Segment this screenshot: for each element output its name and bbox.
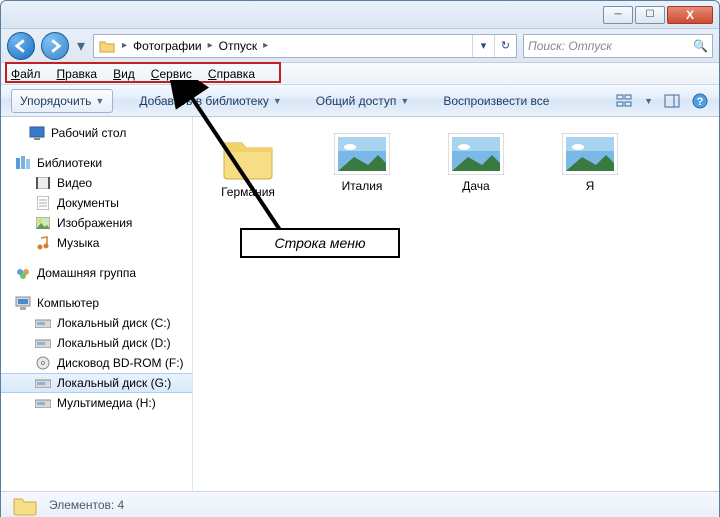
video-icon xyxy=(35,175,51,191)
file-item[interactable]: Дача xyxy=(433,133,519,193)
chevron-right-icon: ▸ xyxy=(206,40,215,51)
sidebar-item-drive-d[interactable]: Локальный диск (D:) xyxy=(1,333,192,353)
address-bar[interactable]: ▸ Фотографии ▸ Отпуск ▸ ▾ ↻ xyxy=(93,34,517,58)
sidebar-item-desktop[interactable]: Рабочий стол xyxy=(1,123,192,143)
window-frame: ─ ☐ X ▾ ▸ Фотографии ▸ Отпуск ▸ ▾ ↻ Поис… xyxy=(0,0,720,517)
statusbar-label: Элементов: 4 xyxy=(49,498,124,512)
file-item[interactable]: Германия xyxy=(205,133,291,199)
search-input[interactable]: Поиск: Отпуск 🔍 xyxy=(523,34,713,58)
menubar: Файл Правка Вид Сервис Справка xyxy=(1,63,719,85)
desktop-icon xyxy=(29,125,45,141)
music-icon xyxy=(35,235,51,251)
sidebar-item-homegroup[interactable]: Домашняя группа xyxy=(1,263,192,283)
add-to-library-button[interactable]: Добавить в библиотеку▼ xyxy=(131,89,289,113)
svg-text:?: ? xyxy=(697,96,704,108)
annotation-label: Строка меню xyxy=(240,228,400,258)
file-label: Я xyxy=(586,179,595,193)
sidebar-item-drive-g[interactable]: Локальный диск (G:) xyxy=(1,373,192,393)
file-label: Германия xyxy=(221,185,275,199)
chevron-right-icon: ▸ xyxy=(120,40,129,51)
preview-pane-icon[interactable] xyxy=(663,92,681,110)
menu-edit[interactable]: Правка xyxy=(57,67,98,81)
addlib-label: Добавить в библиотеку xyxy=(139,94,269,108)
sidebar-item-drive-bdrom[interactable]: Дисковод BD-ROM (F:) xyxy=(1,353,192,373)
play-label: Воспроизвести все xyxy=(443,94,549,108)
search-icon: 🔍 xyxy=(693,39,708,53)
disc-icon xyxy=(35,355,51,371)
folder-icon xyxy=(96,35,118,57)
content-pane[interactable]: Германия Италия xyxy=(193,117,719,491)
drive-icon xyxy=(35,335,51,351)
sidebar-item-libraries[interactable]: Библиотеки xyxy=(1,153,192,173)
photo-icon xyxy=(448,133,504,175)
share-button[interactable]: Общий доступ▼ xyxy=(308,89,418,113)
drive-icon xyxy=(35,395,51,411)
toolbar: Упорядочить▼ Добавить в библиотеку▼ Общи… xyxy=(1,85,719,117)
refresh-button[interactable]: ↻ xyxy=(494,35,516,57)
sidebar-item-music[interactable]: Музыка xyxy=(1,233,192,253)
nav-row: ▾ ▸ Фотографии ▸ Отпуск ▸ ▾ ↻ Поиск: Отп… xyxy=(1,29,719,63)
sidebar-item-computer[interactable]: Компьютер xyxy=(1,293,192,313)
homegroup-icon xyxy=(15,265,31,281)
photo-icon xyxy=(334,133,390,175)
maximize-button[interactable]: ☐ xyxy=(635,6,665,24)
help-icon[interactable]: ? xyxy=(691,92,709,110)
breadcrumb[interactable]: Фотографии xyxy=(129,39,206,53)
file-item[interactable]: Я xyxy=(547,133,633,193)
close-button[interactable]: X xyxy=(667,6,713,24)
share-label: Общий доступ xyxy=(316,94,397,108)
arrow-right-icon xyxy=(48,39,62,53)
address-dropdown[interactable]: ▾ xyxy=(472,35,494,57)
minimize-button[interactable]: ─ xyxy=(603,6,633,24)
menu-tools[interactable]: Сервис xyxy=(151,67,192,81)
sidebar-item-videos[interactable]: Видео xyxy=(1,173,192,193)
sidebar-item-drive-c[interactable]: Локальный диск (C:) xyxy=(1,313,192,333)
search-placeholder: Поиск: Отпуск xyxy=(528,39,612,53)
sidebar: Рабочий стол Библиотеки Видео Документы … xyxy=(1,117,193,491)
folder-icon xyxy=(11,494,39,516)
drive-icon xyxy=(35,375,51,391)
sidebar-item-pictures[interactable]: Изображения xyxy=(1,213,192,233)
file-label: Италия xyxy=(342,179,383,193)
chevron-right-icon: ▸ xyxy=(261,40,270,51)
menu-view[interactable]: Вид xyxy=(113,67,135,81)
document-icon xyxy=(35,195,51,211)
organize-label: Упорядочить xyxy=(20,94,91,108)
libraries-icon xyxy=(15,155,31,171)
nav-history-dropdown[interactable]: ▾ xyxy=(75,37,87,55)
pictures-icon xyxy=(35,215,51,231)
arrow-left-icon xyxy=(14,39,28,53)
sidebar-item-drive-h[interactable]: Мультимедиа (H:) xyxy=(1,393,192,413)
back-button[interactable] xyxy=(7,32,35,60)
sidebar-item-documents[interactable]: Документы xyxy=(1,193,192,213)
breadcrumb[interactable]: Отпуск xyxy=(215,39,261,53)
titlebar: ─ ☐ X xyxy=(1,1,719,29)
menu-file[interactable]: Файл xyxy=(11,67,41,81)
photo-icon xyxy=(562,133,618,175)
drive-icon xyxy=(35,315,51,331)
file-item[interactable]: Италия xyxy=(319,133,405,193)
menu-help[interactable]: Справка xyxy=(208,67,255,81)
play-all-button[interactable]: Воспроизвести все xyxy=(435,89,557,113)
folder-icon xyxy=(220,133,276,181)
computer-icon xyxy=(15,295,31,311)
statusbar: Элементов: 4 xyxy=(1,491,719,517)
organize-button[interactable]: Упорядочить▼ xyxy=(11,89,113,113)
view-options-icon[interactable] xyxy=(616,92,634,110)
file-label: Дача xyxy=(462,179,489,193)
forward-button[interactable] xyxy=(41,32,69,60)
